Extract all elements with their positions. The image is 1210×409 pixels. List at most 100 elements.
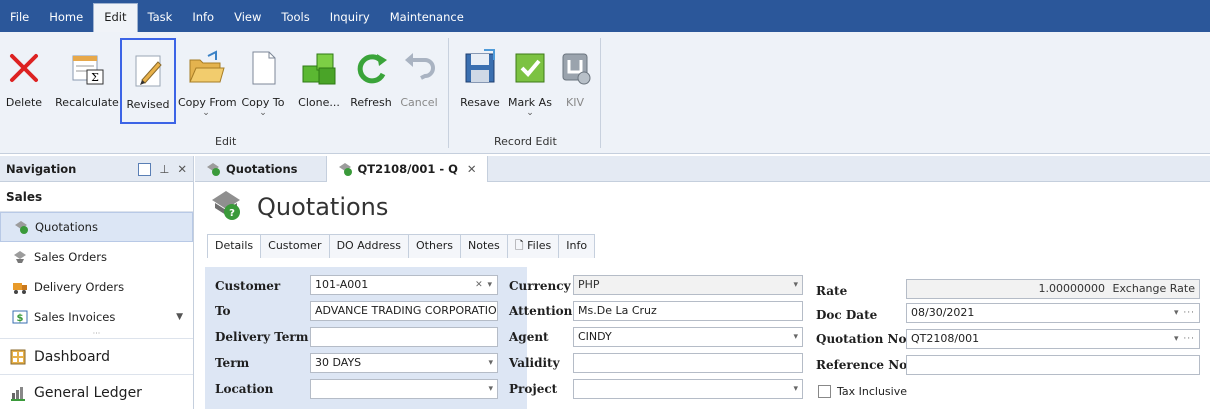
refresh-button[interactable]: Refresh [346,38,396,124]
menu-info[interactable]: Info [182,4,224,32]
save-disk-icon [460,48,500,88]
delete-button[interactable]: Delete [2,38,46,124]
form-tabs: Details Customer DO Address Others Notes… [207,234,596,258]
chevron-down-icon[interactable]: ▾ [793,276,798,294]
menu-maintenance[interactable]: Maintenance [380,4,474,32]
mark-as-button[interactable]: Mark As ⌄ [505,38,555,124]
tab-info[interactable]: Info [558,234,596,258]
ribbon-separator [600,38,601,148]
menu-file[interactable]: File [0,4,39,32]
doc-date-label: Doc Date [816,308,878,322]
menu-bar: File Home Edit Task Info View Tools Inqu… [0,0,1210,32]
tab-quotations-list[interactable]: Quotations [195,156,308,182]
tab-files[interactable]: 🗋 Files [506,234,560,258]
menu-view[interactable]: View [224,4,271,32]
agent-field[interactable]: CINDY ▾ [573,327,803,347]
menu-edit[interactable]: Edit [93,3,138,32]
quotation-no-label: Quotation No. [816,332,911,346]
sidebar-item-delivery-orders[interactable]: Delivery Orders [0,272,193,302]
menu-inquiry[interactable]: Inquiry [320,4,380,32]
kiv-button[interactable]: KIV [555,38,595,124]
navigation-pane: Navigation ⊥ ✕ Sales Quotations Sales Or… [0,156,194,409]
sidebar-item-label: General Ledger [34,384,142,401]
to-label: To [215,304,231,318]
menu-tools[interactable]: Tools [271,4,319,32]
recalculate-button[interactable]: Σ Recalculate [52,38,122,124]
clone-button[interactable]: Clone... [292,38,346,124]
undo-icon [399,48,439,88]
currency-value: PHP [578,278,600,291]
clone-blocks-icon [299,48,339,88]
to-value: ADVANCE TRADING CORPORATIO [315,304,497,317]
tab-quotation-document[interactable]: QT2108/001 - Q ✕ [325,156,488,182]
reference-no-label: Reference No. [816,358,912,372]
chevron-down-icon: ⌄ [526,108,534,118]
chevron-down-icon[interactable]: ▾ [488,380,493,398]
ribbon-group-edit-label: Edit [215,135,237,148]
tax-inclusive-row: Tax Inclusive [818,385,907,398]
clear-and-dropdown-icon[interactable]: ✕ ▾ [475,276,493,294]
chevron-down-icon[interactable]: ▾ [793,380,798,398]
attention-field[interactable]: Ms.De La Cruz [573,301,803,321]
delivery-term-label: Delivery Term [215,330,309,344]
number-picker-icon[interactable]: ▾ ··· [1174,330,1195,348]
quotation-large-icon: ? [209,188,243,225]
currency-label: Currency [509,279,571,293]
doc-date-field[interactable]: 08/30/2021 ▾ ··· [906,303,1200,323]
term-field[interactable]: 30 DAYS ▾ [310,353,498,373]
recalculate-icon: Σ [67,48,107,88]
cancel-button[interactable]: Cancel [396,38,442,124]
location-field[interactable]: ▾ [310,379,498,399]
nav-section-sales[interactable]: Sales [0,182,193,212]
tab-customer[interactable]: Customer [260,234,330,258]
revised-button[interactable]: Revised [120,38,176,124]
sidebar-item-general-ledger[interactable]: General Ledger [0,374,193,409]
project-label: Project [509,382,558,396]
term-value: 30 DAYS [315,356,362,369]
sidebar-item-sales-orders[interactable]: Sales Orders [0,242,193,272]
term-label: Term [215,356,250,370]
sales-order-icon [12,249,28,265]
customer-field[interactable]: 101-A001 ✕ ▾ [310,275,498,295]
menu-home[interactable]: Home [39,4,93,32]
resave-button[interactable]: Resave [455,38,505,124]
tab-do-address[interactable]: DO Address [328,234,410,258]
dock-icon[interactable] [138,162,152,176]
validity-field[interactable] [573,353,803,373]
copy-to-button[interactable]: Copy To ⌄ [236,38,290,124]
sidebar-item-sales-invoices[interactable]: $ Sales Invoices ▼ [0,302,193,332]
kiv-icon [555,48,595,88]
dashboard-icon [10,349,26,365]
tab-others[interactable]: Others [408,234,461,258]
svg-text:Σ: Σ [91,71,99,84]
reference-no-field[interactable] [906,355,1200,375]
chevron-down-icon[interactable]: ▼ [176,312,183,322]
chevron-down-icon[interactable]: ▾ [488,354,493,372]
invoice-icon: $ [12,309,28,325]
project-field[interactable]: ▾ [573,379,803,399]
quotation-no-field[interactable]: QT2108/001 ▾ ··· [906,329,1200,349]
close-icon[interactable]: ✕ [467,162,477,176]
close-icon[interactable]: ✕ [177,162,187,176]
chevron-down-icon[interactable]: ▾ [793,328,798,346]
to-field[interactable]: ADVANCE TRADING CORPORATIO [310,301,498,321]
ledger-icon [10,385,26,401]
menu-task[interactable]: Task [138,4,183,32]
pin-icon[interactable]: ⊥ [159,162,169,176]
date-picker-icon[interactable]: ▾ ··· [1174,304,1195,322]
delete-icon [4,48,44,88]
copy-from-button[interactable]: Copy From ⌄ [178,38,237,124]
sidebar-item-label: Quotations [35,220,98,234]
delivery-term-field[interactable] [310,327,498,347]
currency-field[interactable]: PHP ▾ [573,275,803,295]
svg-text:$: $ [17,313,24,324]
sidebar-item-quotations[interactable]: Quotations [0,212,193,242]
tax-inclusive-checkbox[interactable] [818,385,831,398]
ribbon: Delete Σ Recalculate Revised Copy From ⌄… [0,32,1210,154]
tab-notes[interactable]: Notes [459,234,508,258]
sidebar-item-dashboard[interactable]: Dashboard [0,338,193,374]
tab-details[interactable]: Details [207,234,262,258]
sidebar-item-label: Dashboard [34,348,110,365]
rate-field[interactable]: 1.00000000 Exchange Rate [906,279,1200,299]
quotation-icon [337,161,353,177]
